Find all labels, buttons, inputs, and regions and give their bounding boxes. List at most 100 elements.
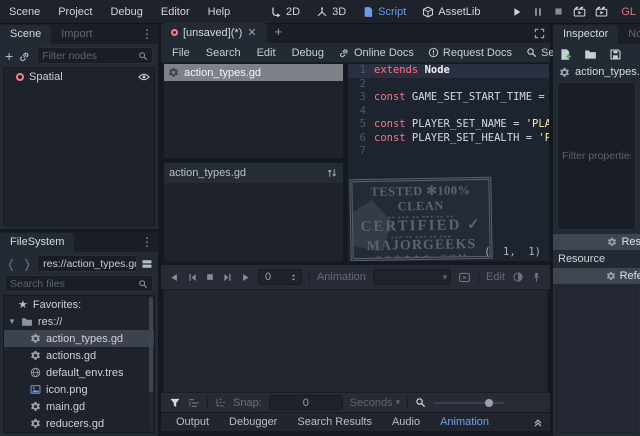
bottom-tab-debugger[interactable]: Debugger — [220, 415, 286, 429]
renderer-dropdown[interactable]: GL — [621, 6, 636, 18]
root-folder-row[interactable]: ▼ res:// — [4, 313, 154, 330]
script-icon — [362, 6, 374, 18]
onion-skinning-icon[interactable] — [512, 271, 524, 283]
timeline-zoom-slider[interactable] — [433, 402, 505, 404]
step-backwards-button[interactable] — [187, 272, 198, 283]
file-row-main[interactable]: main.gd — [4, 398, 154, 415]
edited-object-row[interactable]: action_types.gd — [553, 63, 640, 81]
file-row-reducers[interactable]: reducers.gd — [4, 415, 154, 432]
tab-import[interactable]: Import — [51, 25, 102, 44]
script-menu-search[interactable]: Search — [199, 45, 248, 61]
view-assetlib-button[interactable]: AssetLib — [422, 6, 480, 18]
play-scene-button[interactable] — [573, 5, 586, 18]
view-3d-button[interactable]: 3D — [316, 6, 346, 18]
frame-spinbox[interactable]: 0 — [258, 269, 302, 285]
scene-node-spatial[interactable]: Spatial — [4, 68, 154, 85]
menu-debug[interactable]: Debug — [101, 6, 151, 18]
request-docs-button[interactable]: Request Docs — [422, 45, 518, 61]
distraction-free-icon[interactable] — [529, 26, 550, 43]
code-editor[interactable]: 1extends Node 2 3const GAME_SET_START_TI… — [347, 63, 550, 262]
search-files-input[interactable] — [10, 278, 138, 290]
filter-nodes-input[interactable] — [42, 50, 138, 62]
menu-editor[interactable]: Editor — [152, 6, 199, 18]
file-row-default-env[interactable]: default_env.tres — [4, 364, 154, 381]
majorgeeks-watermark: TESTED ✻100% CLEAN ▰▰ ▰▰▰ ▰▰ ▰▰▰ ▰▰ ▰▰ C… — [349, 177, 492, 261]
bottom-tab-animation[interactable]: Animation — [431, 415, 498, 429]
nav-back-button[interactable]: ❬ — [5, 257, 17, 271]
split-mode-icon[interactable] — [141, 258, 153, 270]
tab-inspector[interactable]: Inspector — [553, 25, 618, 44]
filter-tracks-icon[interactable] — [169, 397, 181, 409]
save-resource-icon[interactable] — [609, 48, 622, 61]
scene-tab-icon — [171, 29, 178, 36]
view-2d-button[interactable]: 2D — [270, 6, 300, 18]
main-menu-bar: Scene Project Debug Editor Help 2D 3D Sc… — [0, 0, 640, 24]
issue-icon — [428, 47, 439, 58]
new-tab-button[interactable]: + — [267, 23, 291, 43]
instance-scene-button[interactable] — [19, 50, 31, 62]
visibility-eye-icon[interactable] — [138, 71, 150, 83]
bottom-tab-audio[interactable]: Audio — [383, 415, 429, 429]
filter-properties-input[interactable] — [562, 150, 631, 162]
edit-button[interactable]: Edit — [486, 271, 505, 283]
slider-knob[interactable] — [485, 399, 493, 407]
tab-filesystem[interactable]: FileSystem — [0, 233, 74, 252]
collapse-arrow-icon[interactable]: ▼ — [8, 317, 16, 326]
file-row-actions[interactable]: actions.gd — [4, 347, 154, 364]
star-icon: ★ — [18, 298, 28, 311]
category-resource[interactable]: Resource — [553, 234, 640, 250]
play-button[interactable] — [511, 6, 523, 18]
script-menu-edit[interactable]: Edit — [250, 45, 283, 61]
file-row-icon-png[interactable]: icon.png — [4, 381, 154, 398]
animation-panel: 0 Animation ▾ Edit — [161, 265, 550, 436]
pause-button[interactable] — [532, 6, 544, 18]
stop-button[interactable] — [553, 6, 564, 17]
step-forwards-button[interactable] — [222, 272, 233, 283]
category-reference[interactable]: Reference — [553, 268, 640, 284]
nav-forward-button[interactable]: ❭ — [21, 257, 33, 271]
menu-help[interactable]: Help — [199, 6, 240, 18]
file-row-action-types[interactable]: action_types.gd — [4, 330, 154, 347]
animation-timeline[interactable] — [163, 289, 548, 393]
tab-scene[interactable]: Scene — [0, 25, 51, 44]
play-custom-scene-button[interactable] — [595, 5, 608, 18]
menu-project[interactable]: Project — [49, 6, 101, 18]
spin-arrows-icon[interactable] — [289, 272, 298, 283]
bottom-tab-search-results[interactable]: Search Results — [288, 415, 381, 429]
file-label: default_env.tres — [46, 367, 123, 379]
file-row-store[interactable]: store.gd — [4, 432, 154, 433]
online-docs-button[interactable]: Online Docs — [333, 45, 420, 61]
view-script-button[interactable]: Script — [362, 6, 406, 18]
tab-node[interactable]: Node — [618, 25, 640, 44]
pin-panel-icon[interactable] — [531, 272, 542, 283]
snap-icon — [215, 397, 226, 408]
file-label: icon.png — [46, 384, 88, 396]
load-resource-icon[interactable] — [584, 48, 597, 61]
script-menu-file[interactable]: File — [165, 45, 197, 61]
close-icon[interactable]: ✕ — [247, 26, 256, 39]
stop-animation-button[interactable] — [205, 272, 215, 282]
group-resource[interactable]: Resource — [553, 251, 640, 267]
menu-scene[interactable]: Scene — [0, 6, 49, 18]
play-backwards-button[interactable] — [169, 272, 180, 283]
dock-menu-icon[interactable]: ⋮ — [136, 27, 158, 44]
members-list[interactable] — [164, 183, 343, 261]
scene-tab-unsaved[interactable]: [unsaved](*) ✕ — [161, 23, 267, 43]
script-list-item[interactable]: action_types.gd — [164, 64, 343, 81]
sort-members-icon[interactable] — [326, 167, 338, 179]
snap-unit-dropdown[interactable]: Seconds▾ — [350, 397, 400, 409]
new-resource-icon[interactable] — [559, 48, 572, 61]
expand-bottom-panel-icon[interactable] — [532, 416, 544, 428]
track-list-icon[interactable] — [188, 397, 200, 409]
favorites-row[interactable]: ★ Favorites: — [4, 296, 154, 313]
playback-controls: GL — [511, 5, 640, 18]
animation-select-dropdown[interactable]: ▾ — [373, 269, 451, 285]
script-menu-debug[interactable]: Debug — [285, 45, 331, 61]
add-node-button[interactable]: + — [5, 51, 13, 61]
play-animation-button[interactable] — [240, 272, 251, 283]
dock-menu-icon[interactable]: ⋮ — [136, 235, 158, 252]
autoplay-on-load-icon[interactable] — [458, 271, 471, 284]
snap-value-box[interactable]: 0 — [269, 395, 343, 410]
bottom-tab-output[interactable]: Output — [167, 415, 218, 429]
scrollbar[interactable] — [149, 297, 153, 431]
